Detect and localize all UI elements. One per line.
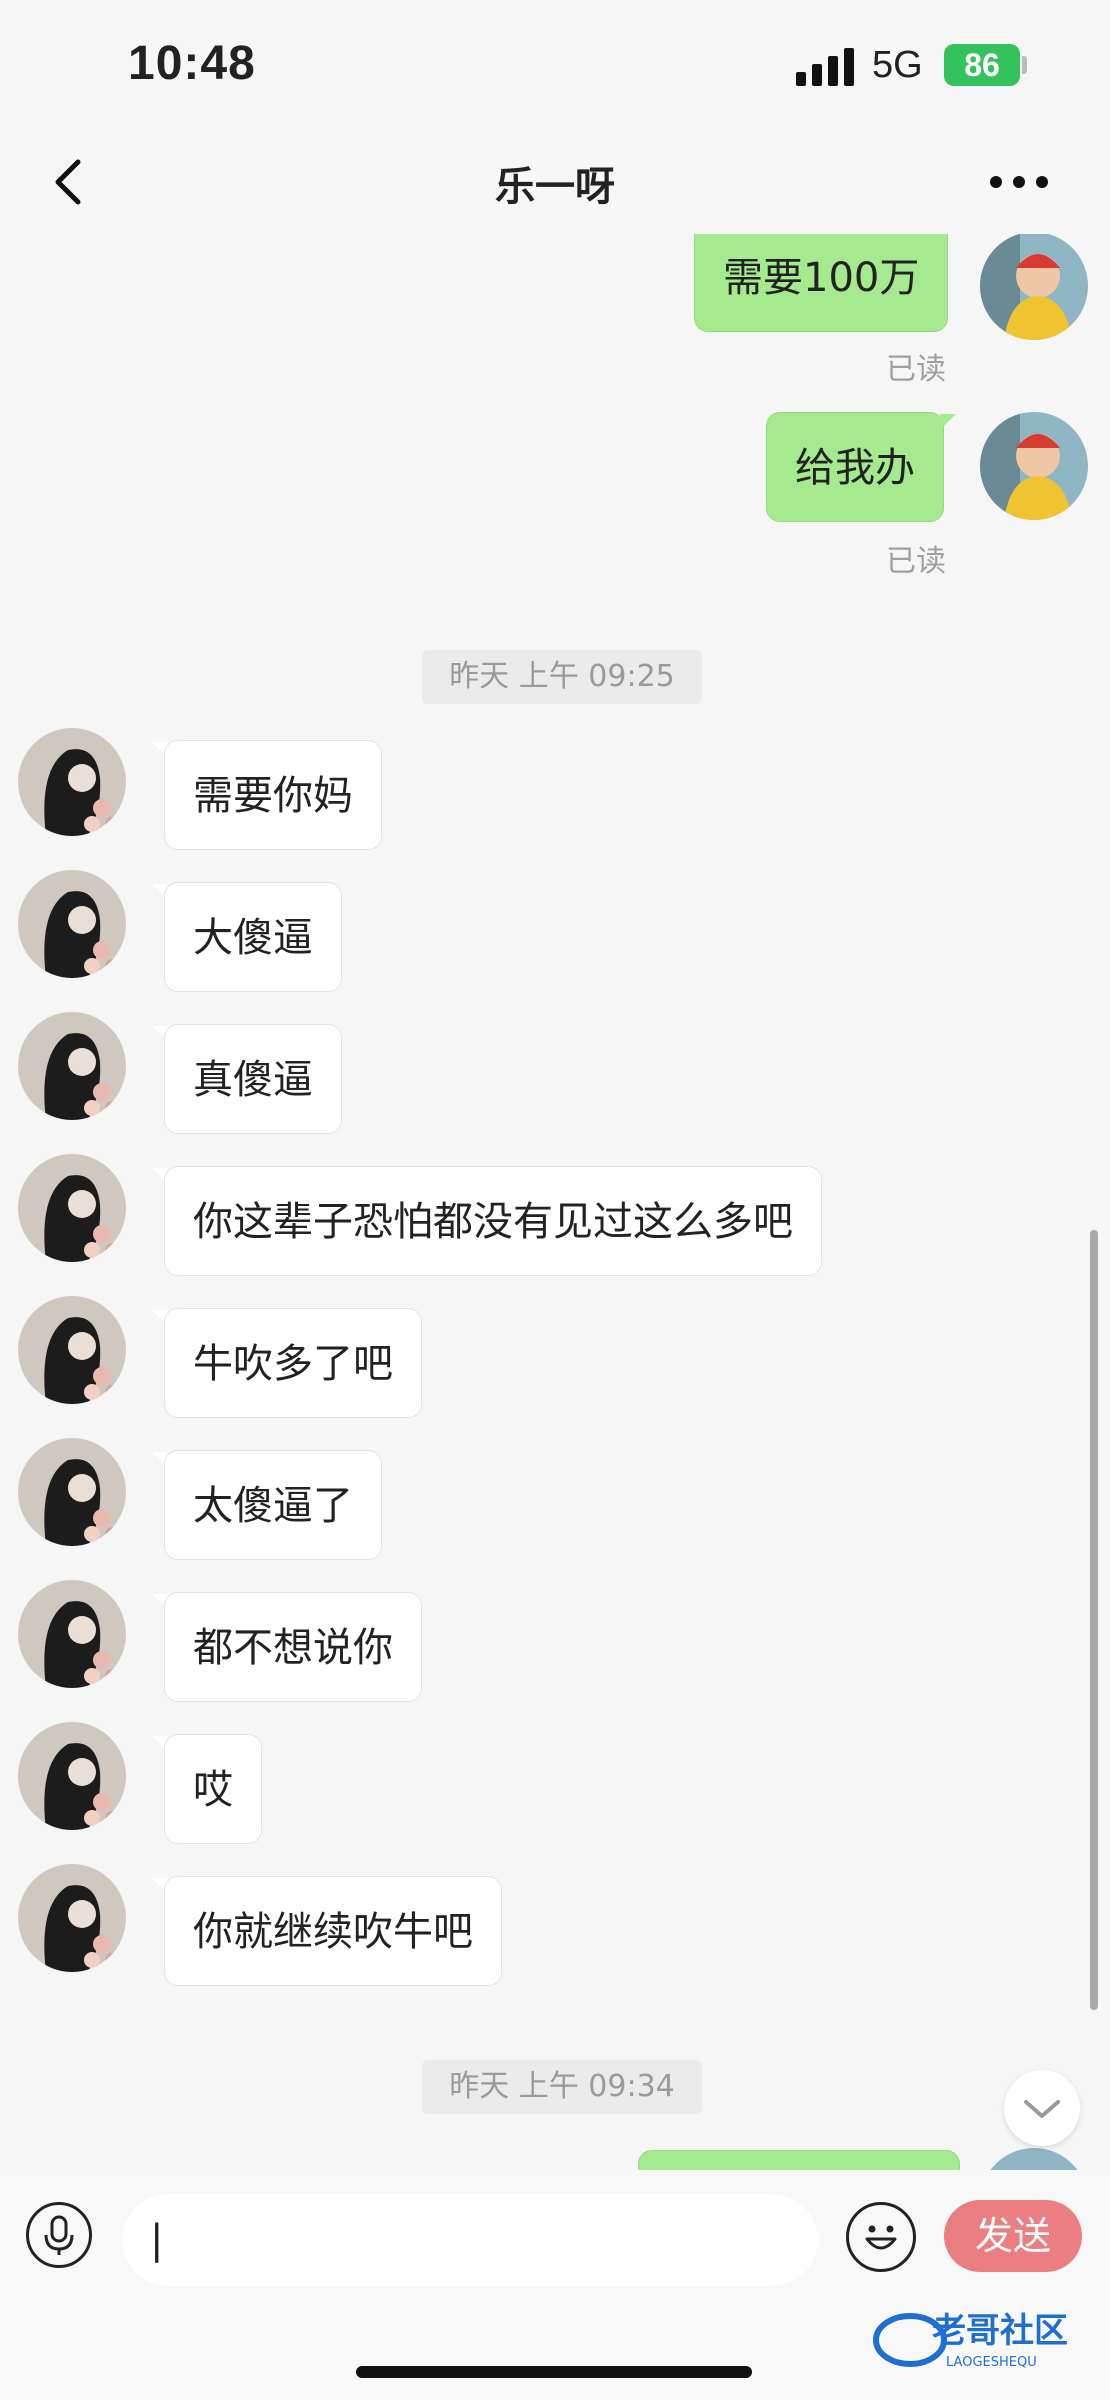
emoji-button[interactable] (846, 2202, 916, 2272)
incoming-message[interactable]: 需要你妈 (164, 740, 382, 850)
incoming-message[interactable]: 牛吹多了吧 (164, 1308, 422, 1418)
send-button[interactable]: 发送 (944, 2200, 1082, 2272)
outgoing-message[interactable]: 给我办 (766, 412, 944, 522)
bubble-tail (940, 414, 956, 430)
contact-avatar[interactable] (18, 1722, 126, 1830)
incoming-message[interactable]: 哎 (164, 1734, 262, 1844)
status-time: 10:48 (128, 37, 256, 90)
more-options-icon[interactable] (984, 154, 1054, 210)
scroll-to-bottom-button[interactable] (1004, 2070, 1080, 2146)
time-separator: 昨天 上午 09:25 (422, 650, 702, 704)
incoming-message[interactable]: 都不想说你 (164, 1592, 422, 1702)
voice-button[interactable] (26, 2202, 92, 2268)
contact-avatar[interactable] (18, 1864, 126, 1972)
scrollbar[interactable] (1090, 1230, 1098, 2010)
chat-title: 乐一呀 (495, 164, 615, 210)
battery-level: 86 (964, 47, 1000, 83)
time-separator: 昨天 上午 09:34 (422, 2060, 702, 2114)
outgoing-message[interactable]: 需要100万 (694, 234, 949, 332)
incoming-message[interactable]: 真傻逼 (164, 1024, 342, 1134)
smiley-icon (865, 2225, 897, 2250)
signal-icon (796, 46, 856, 86)
watermark-text: 老哥社区 (932, 2311, 1068, 2351)
watermark-logo: 老哥社区 LAOGESHEQU (870, 2300, 1100, 2372)
watermark-subtext: LAOGESHEQU (946, 2355, 1037, 2370)
incoming-message[interactable]: 你这辈子恐怕都没有见过这么多吧 (164, 1166, 822, 1276)
incoming-message[interactable]: 太傻逼了 (164, 1450, 382, 1560)
contact-avatar[interactable] (18, 1296, 126, 1404)
microphone-icon (44, 2215, 74, 2255)
contact-avatar[interactable] (18, 1012, 126, 1120)
contact-avatar[interactable] (18, 1438, 126, 1546)
contact-avatar[interactable] (18, 870, 126, 978)
contact-avatar[interactable] (18, 1154, 126, 1262)
contact-avatar[interactable] (18, 1580, 126, 1688)
chevron-down-icon (1024, 2100, 1060, 2118)
chat-area[interactable]: 需要100万 已读 给我办 已读 昨天 上午 09:25 需要你妈大傻逼真傻逼你… (0, 234, 1110, 2170)
my-avatar[interactable] (980, 412, 1088, 520)
status-bar: 10:48 5G 86 (0, 0, 1110, 130)
read-status: 已读 (886, 544, 946, 579)
incoming-message[interactable]: 你就继续吹牛吧 (164, 1876, 502, 1986)
network-type: 5G (872, 44, 923, 86)
nav-bar: 乐一呀 (0, 130, 1110, 234)
home-indicator (356, 2366, 752, 2378)
my-avatar[interactable] (980, 234, 1088, 340)
battery-icon: 86 (944, 44, 1020, 86)
incoming-message[interactable]: 大傻逼 (164, 882, 342, 992)
my-avatar[interactable] (980, 2148, 1088, 2170)
battery-tip (1022, 56, 1027, 74)
read-status: 已读 (886, 352, 946, 387)
message-input[interactable] (122, 2194, 818, 2286)
contact-avatar[interactable] (18, 728, 126, 836)
outgoing-message-partial[interactable] (638, 2150, 960, 2170)
